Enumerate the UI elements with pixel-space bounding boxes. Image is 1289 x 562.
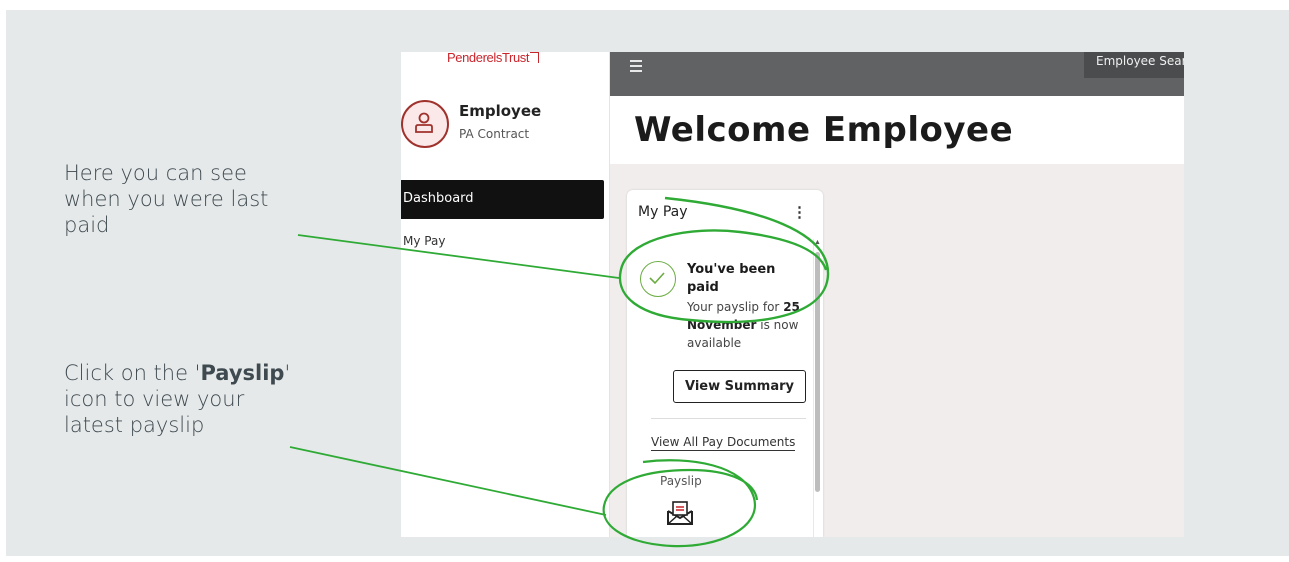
view-all-pay-documents-link[interactable]: View All Pay Documents bbox=[651, 435, 796, 451]
sidebar: PenderelsTrust Employee PA Contract Dash… bbox=[401, 52, 610, 537]
card-body: You've been paid Your payslip for 25 Nov… bbox=[628, 239, 814, 537]
top-bar: Employee Sear bbox=[610, 52, 1184, 96]
callout-payslip-bold: Payslip bbox=[200, 361, 285, 385]
hamburger-menu-icon[interactable] bbox=[630, 60, 646, 72]
logo-trust: Trust bbox=[501, 52, 530, 65]
paid-status-description: Your payslip for 25 November is now avai… bbox=[687, 298, 812, 352]
employee-name: Employee bbox=[459, 102, 542, 120]
backdrop: Here you can see when you were last paid… bbox=[6, 10, 1289, 556]
callout-payslip-pre: Click on the ' bbox=[64, 361, 201, 385]
paid-desc-pre: Your payslip for bbox=[687, 300, 780, 314]
logo-text: Penderels bbox=[447, 52, 502, 65]
card-title: My Pay bbox=[638, 204, 688, 220]
payslip-envelope-icon[interactable] bbox=[666, 500, 694, 526]
sidebar-item-dashboard[interactable]: Dashboard bbox=[401, 180, 604, 219]
callout-last-paid: Here you can see when you were last paid bbox=[64, 161, 269, 237]
employee-contract: PA Contract bbox=[459, 127, 530, 141]
scroll-up-arrow-icon[interactable]: ▲ bbox=[814, 239, 821, 246]
my-pay-card: My Pay ⋮ You've been paid Your payslip f… bbox=[627, 190, 823, 537]
scroll-thumb[interactable] bbox=[815, 252, 820, 492]
paid-status-title: You've been paid bbox=[687, 262, 776, 295]
check-circle-icon bbox=[640, 261, 676, 297]
main-content: Employee Sear Welcome Employee My Pay ⋮ … bbox=[610, 52, 1184, 537]
card-menu-icon[interactable]: ⋮ bbox=[792, 203, 807, 221]
card-scrollbar[interactable]: ▲ bbox=[814, 239, 822, 537]
employee-search-input[interactable]: Employee Sear bbox=[1084, 52, 1184, 78]
callout-payslip: Click on the 'Payslip' icon to view your… bbox=[64, 360, 294, 438]
payslip-tile[interactable]: Payslip bbox=[651, 462, 735, 537]
sidebar-item-my-pay[interactable]: My Pay bbox=[403, 234, 445, 248]
payslip-label: Payslip bbox=[660, 474, 702, 488]
user-icon bbox=[415, 112, 433, 133]
app-window: PenderelsTrust Employee PA Contract Dash… bbox=[401, 52, 1184, 537]
logo-mark-icon bbox=[530, 52, 540, 63]
company-logo[interactable]: PenderelsTrust bbox=[447, 52, 540, 65]
page-title: Welcome Employee bbox=[634, 110, 1014, 150]
view-summary-button[interactable]: View Summary bbox=[673, 370, 806, 403]
divider bbox=[651, 418, 806, 419]
avatar[interactable] bbox=[401, 100, 449, 148]
